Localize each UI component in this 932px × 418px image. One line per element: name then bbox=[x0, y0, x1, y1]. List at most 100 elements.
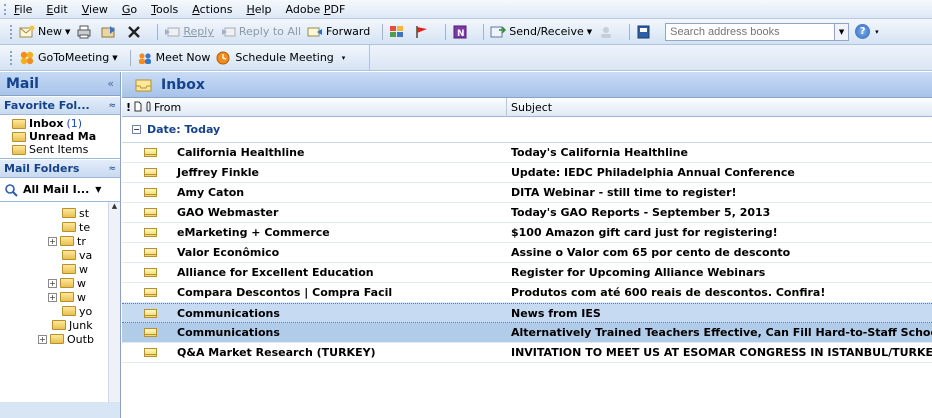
forward-button[interactable]: Forward bbox=[307, 25, 370, 39]
attachment-column-header[interactable] bbox=[145, 101, 152, 115]
message-subject: Today's GAO Reports - September 5, 2013 bbox=[511, 206, 771, 219]
favorite-folder-item[interactable]: Unread Ma bbox=[12, 130, 120, 143]
help-icon[interactable]: ? bbox=[855, 24, 871, 39]
message-sender: Jeffrey Finkle bbox=[177, 166, 260, 179]
move-to-folder-button[interactable] bbox=[101, 25, 120, 39]
favorite-folders-header[interactable]: Favorite Fol... ≈ bbox=[0, 96, 120, 115]
message-row[interactable]: Alliance for Excellent Education Register… bbox=[122, 263, 932, 283]
print-button[interactable] bbox=[76, 25, 95, 39]
column-divider[interactable] bbox=[506, 98, 507, 117]
message-row[interactable]: eMarketing + Commerce $100 Amazon gift ca… bbox=[122, 223, 932, 243]
menu-item[interactable]: Edit bbox=[46, 3, 67, 16]
date-group-header[interactable]: − Date: Today bbox=[122, 117, 932, 143]
new-button[interactable]: New ▼ bbox=[19, 25, 70, 39]
message-subject: Update: IEDC Philadelphia Annual Confere… bbox=[511, 166, 795, 179]
folder-icon bbox=[50, 334, 64, 344]
folder-tree-item[interactable]: + tr bbox=[48, 234, 86, 248]
onenote-button[interactable]: N bbox=[452, 25, 471, 39]
expand-folder-icon[interactable]: + bbox=[48, 236, 57, 246]
menu-item-text: Adobe bbox=[285, 2, 324, 16]
reply-all-button[interactable]: Reply to All bbox=[220, 25, 301, 39]
message-row[interactable]: Communications News from IES bbox=[122, 303, 932, 323]
expand-folder-icon[interactable]: + bbox=[48, 278, 57, 288]
subject-column-header[interactable]: Subject bbox=[511, 101, 552, 114]
message-row[interactable]: Communications Alternatively Trained Teac… bbox=[122, 323, 932, 343]
send-receive-button[interactable]: Send/Receive ▼ bbox=[490, 25, 592, 39]
collapse-nav-pane-button[interactable]: « bbox=[107, 77, 114, 90]
favorite-folder-item[interactable]: Inbox (1) bbox=[12, 117, 120, 130]
reply-label: Reply bbox=[183, 25, 214, 38]
flag-icon bbox=[414, 25, 430, 39]
folder-tree-item[interactable]: w bbox=[62, 262, 88, 276]
message-row[interactable]: California Healthline Today's California … bbox=[122, 143, 932, 163]
menu-items: File Edit View Go Tools Actions Help Adobe PDF bbox=[14, 3, 359, 16]
message-sender: Q&A Market Research (TURKEY) bbox=[177, 346, 376, 359]
address-book-button[interactable] bbox=[636, 25, 655, 39]
chevron-down-icon[interactable]: ▼ bbox=[587, 28, 592, 36]
icon-column-header[interactable] bbox=[134, 101, 142, 115]
menu-item[interactable]: Help bbox=[246, 3, 271, 16]
message-row[interactable]: Jeffrey Finkle Update: IEDC Philadelphia … bbox=[122, 163, 932, 183]
folder-tree-scrollbar[interactable]: ▲ bbox=[108, 202, 120, 402]
chevron-up-icon[interactable]: ≈ bbox=[108, 164, 116, 174]
toolbar-options-icon[interactable]: ▾ bbox=[342, 54, 346, 62]
standard-toolbar: New ▼ Reply Reply to All Forward N Send/… bbox=[0, 19, 932, 45]
importance-column-header[interactable]: ! bbox=[126, 101, 131, 114]
message-row[interactable]: Valor Econômico Assine o Valor com 65 por… bbox=[122, 243, 932, 263]
search-dropdown-button[interactable]: ▼ bbox=[835, 22, 850, 41]
mail-folders-header[interactable]: Mail Folders ≈ bbox=[0, 159, 120, 178]
message-subject: Produtos com até 600 reais de descontos.… bbox=[511, 286, 826, 299]
menu-item[interactable]: File bbox=[14, 3, 32, 16]
expand-folder-icon[interactable]: + bbox=[38, 334, 47, 344]
search-address-books-input[interactable] bbox=[665, 22, 836, 41]
clock-icon bbox=[216, 51, 232, 65]
folder-tree-label: Outb bbox=[67, 332, 94, 346]
unread-envelope-icon bbox=[144, 248, 157, 257]
schedule-meeting-button[interactable]: Schedule Meeting bbox=[216, 51, 334, 65]
categorize-button[interactable] bbox=[389, 25, 408, 39]
chevron-up-icon[interactable]: ≈ bbox=[108, 101, 116, 111]
folder-tree-item[interactable]: + w bbox=[48, 276, 86, 290]
delete-button[interactable] bbox=[126, 25, 145, 39]
folder-tree-item[interactable]: Junk bbox=[52, 318, 93, 332]
folder-tree-item[interactable]: + Outb bbox=[38, 332, 94, 346]
unread-envelope-icon bbox=[144, 328, 157, 337]
menu-item[interactable]: Adobe PDF bbox=[286, 3, 346, 16]
chevron-down-icon[interactable]: ▼ bbox=[112, 54, 117, 62]
message-row[interactable]: Q&A Market Research (TURKEY) INVITATION T… bbox=[122, 343, 932, 363]
menu-item[interactable]: Actions bbox=[192, 3, 232, 16]
folder-tree-item[interactable]: st bbox=[62, 206, 89, 220]
reply-button[interactable]: Reply bbox=[164, 25, 214, 39]
collapse-group-icon[interactable]: − bbox=[132, 125, 141, 134]
chevron-down-icon[interactable]: ▼ bbox=[65, 28, 70, 36]
move-to-folder-icon bbox=[101, 25, 117, 39]
folder-tree-item[interactable]: + w bbox=[48, 290, 86, 304]
folder-tree-item[interactable]: yo bbox=[62, 304, 92, 318]
folder-icon bbox=[62, 208, 76, 218]
meet-now-button[interactable]: Meet Now bbox=[137, 51, 210, 65]
menu-item[interactable]: Tools bbox=[151, 3, 178, 16]
folder-tree-item[interactable]: te bbox=[62, 220, 90, 234]
menu-item[interactable]: Go bbox=[122, 3, 137, 16]
all-mail-items-dropdown[interactable]: All Mail I... ▼ bbox=[0, 178, 120, 202]
toolbar-separator bbox=[382, 23, 384, 40]
all-mail-icon bbox=[4, 183, 20, 197]
favorite-folder-item[interactable]: Sent Items bbox=[12, 143, 120, 156]
find-contact-button[interactable] bbox=[598, 25, 617, 39]
scroll-up-icon[interactable]: ▲ bbox=[109, 202, 120, 210]
expand-folder-icon[interactable]: + bbox=[48, 292, 57, 302]
gotomeeting-button[interactable]: GoToMeeting ▼ bbox=[19, 51, 118, 65]
unread-envelope-icon bbox=[144, 208, 157, 217]
message-subject: DITA Webinar - still time to register! bbox=[511, 186, 737, 199]
toolbar-options-icon[interactable]: ▾ bbox=[875, 28, 879, 36]
folder-icon bbox=[12, 131, 26, 142]
message-row[interactable]: Amy Caton DITA Webinar - still time to re… bbox=[122, 183, 932, 203]
menu-item[interactable]: View bbox=[82, 3, 108, 16]
from-column-header[interactable]: From bbox=[154, 101, 181, 114]
message-row[interactable]: Compara Descontos | Compra Facil Produtos… bbox=[122, 283, 932, 303]
folder-tree-item[interactable]: va bbox=[62, 248, 92, 262]
chevron-down-icon[interactable]: ▼ bbox=[95, 185, 101, 194]
favorite-folder-label: Inbox bbox=[29, 117, 64, 130]
message-row[interactable]: GAO Webmaster Today's GAO Reports - Septe… bbox=[122, 203, 932, 223]
follow-up-button[interactable] bbox=[414, 25, 433, 39]
